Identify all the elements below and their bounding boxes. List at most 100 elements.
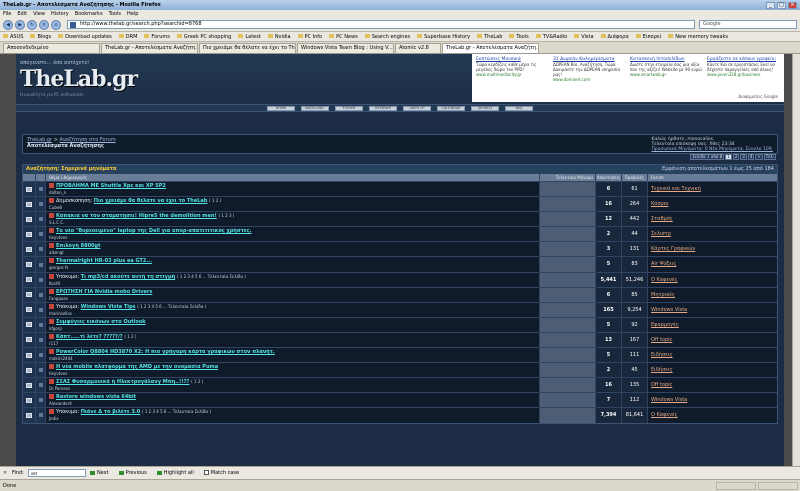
thread-pages[interactable]: ( 1 2 3 ) [218,213,234,218]
bookmark-item[interactable]: Forums [144,34,169,40]
thread-author[interactable]: alkengt [49,250,536,255]
thread-title-link[interactable]: Restore windows vista 64bit [56,394,136,400]
thread-author[interactable]: marinsellas [49,311,536,316]
browser-tab[interactable]: Windows Vista Team Blog : Using V... [297,43,394,53]
thread-author[interactable]: Alexander4 [49,401,536,406]
url-bar[interactable]: http://www.thelab.gr/search.php?searchid… [67,20,695,29]
forum-link[interactable]: Κόσμοι [647,197,777,212]
replies-count[interactable]: 13 [595,332,621,348]
vertical-scrollbar[interactable] [792,54,800,466]
page-link[interactable]: 4 [747,154,755,160]
find-previous-button[interactable]: Previous [119,470,147,476]
replies-count[interactable]: 3 [595,242,621,257]
last-post-cell[interactable] [539,393,595,408]
browser-tab[interactable]: TheLab.gr - Αποτελέσματα Αναζήτη... [101,43,198,53]
forum-link[interactable]: Off topic [647,332,777,348]
new-post-icon[interactable] [49,303,54,309]
replies-count[interactable]: 6 [595,287,621,302]
page-link[interactable]: Τελ. [763,154,776,160]
private-messages-link[interactable]: Προσωπικά Μηνύματα: 0 Νέα Μηνύματα, Σύνο… [652,147,774,152]
last-post-cell[interactable] [539,257,595,272]
pager-label[interactable]: Σελίδα 1 από 8 [690,154,725,160]
thread-author[interactable]: r117 [49,341,536,346]
col-replies[interactable]: Απαντήσεις [595,174,621,181]
new-post-icon[interactable] [49,364,54,370]
back-icon[interactable]: ◀ [3,19,13,30]
thread-title-link[interactable]: Πιο χρειάμε θα θέλατε να έχει το TheLab [94,198,208,204]
replies-count[interactable]: 16 [595,197,621,212]
replies-count[interactable]: 5 [595,257,621,272]
new-post-icon[interactable] [49,409,54,415]
browser-tab[interactable]: TheLab.gr - Αποτελέσματα Αναζήτη... [442,43,539,53]
forum-link[interactable]: Off topic [647,378,777,393]
ad-url[interactable]: www.joven328.gr/business [707,72,780,77]
new-post-icon[interactable] [49,273,54,279]
last-post-cell[interactable] [539,212,595,227]
forum-link[interactable]: Windows Vista [647,302,777,317]
thread-author[interactable]: dalton_n [49,190,536,195]
new-post-icon[interactable] [49,349,54,355]
thread-title-link[interactable]: Επιλογή 8800gt [56,243,101,249]
thread-title-link[interactable]: Κάπτ.....τί λέτε? ?????/? [56,334,123,340]
thread-title-link[interactable]: Η νέα mobile πλατφόρμα της AMD με την ον… [56,364,218,370]
forum-link[interactable]: Εφαρμογές [647,317,777,332]
thread-title-link[interactable]: Windows Vista Tips [81,304,136,310]
thread-author[interactable]: S.L.C.C. [49,220,536,225]
ads-label[interactable]: Διαφημίσεις Google [738,94,778,99]
bookmark-item[interactable]: Download updates [58,34,112,40]
thread-title-link[interactable]: Thermalright HR-03 plus ea GT2... [56,258,152,264]
thread-title-link[interactable]: ΠΡΟΒΛΗΜΑ ΜΕ Shuttle Xpc και XP SP2 [56,183,166,189]
last-post-cell[interactable] [539,227,595,242]
forum-link[interactable]: Air Ψύξεις [647,257,777,272]
thread-author[interactable]: Jedix [49,416,536,421]
thread-title-link[interactable]: ΕΡΩΤΗΣΗ ΓΙΑ Nvidia mobo Drivers [56,289,152,295]
nav-button-reviews[interactable]: REVIEWS [369,105,397,111]
col-title[interactable]: Θέμα / Δημιουργός [45,174,539,181]
search-input[interactable]: Google [699,20,797,29]
new-post-icon[interactable] [49,183,54,188]
thread-author[interactable]: Dr.Parness [49,386,536,391]
page-link[interactable]: 3 [740,154,747,160]
bookmark-item[interactable]: DRM [119,34,138,40]
page-link[interactable]: 1 [725,154,732,160]
last-post-cell[interactable] [539,378,595,393]
page-link[interactable]: 2 [732,154,740,160]
last-post-cell[interactable] [539,332,595,348]
thread-title-link[interactable]: Καπακια να τον σταματησει! Hipre5 the de… [56,213,217,219]
bookmark-item[interactable]: Blogs [30,34,51,40]
replies-count[interactable]: 12 [595,212,621,227]
new-post-icon[interactable] [49,333,54,339]
nav-button-user-cp[interactable]: USER CP [403,105,431,111]
nav-button-faq[interactable]: FAQ [505,105,533,111]
last-post-cell[interactable] [539,242,595,257]
replies-count[interactable]: 7,394 [595,408,621,423]
new-post-icon[interactable] [49,258,54,264]
match-case-checkbox[interactable]: Match case [203,470,239,476]
bookmark-item[interactable]: Latest [238,34,260,40]
thread-title-link[interactable]: Πιάνε Δ το βιλέτε 3.0 [81,409,141,415]
stop-icon[interactable]: × [39,19,49,30]
thread-pages[interactable]: ( 1 2 ) [191,379,203,384]
new-post-icon[interactable] [49,213,54,219]
replies-count[interactable]: 2 [595,363,621,378]
close-button[interactable]: × [788,1,797,9]
last-post-cell[interactable] [539,317,595,332]
thread-pages[interactable]: ( 1 2 ) [209,198,221,203]
ad-url[interactable]: www.smartweb.gr [630,72,703,77]
new-post-icon[interactable] [49,394,54,400]
bookmark-item[interactable]: PC Info [298,34,323,40]
replies-count[interactable]: 165 [595,302,621,317]
new-post-icon[interactable] [49,379,54,385]
ad-item[interactable]: Κατασκευή Ιστοσελίδων Δωστε στην εταιρεία… [628,56,705,100]
thread-author[interactable]: KostX [49,281,536,286]
menu-item-0[interactable]: File [3,11,11,17]
last-post-cell[interactable] [539,302,595,317]
page-link[interactable]: > [755,154,763,160]
bookmark-item[interactable]: Search engines [365,34,410,40]
bookmark-item[interactable]: ASUS [3,34,23,40]
menu-item-4[interactable]: Bookmarks [75,11,103,17]
thread-pages[interactable]: ( 1 2 ) [124,334,136,339]
thread-author[interactable]: Fangaxas [49,296,536,301]
thread-pages[interactable]: ( 1 2 3 4 5 6 ... Τελευταία Σελίδα ) [177,274,246,279]
col-views[interactable]: Προβολές [621,174,647,181]
